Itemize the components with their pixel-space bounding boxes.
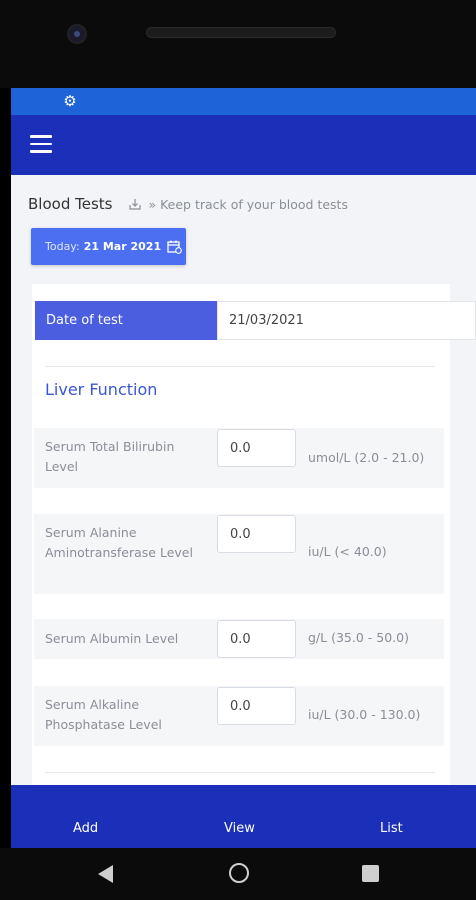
date-of-test-label: Date of test <box>35 301 217 340</box>
date-of-test-input[interactable] <box>217 301 476 340</box>
today-label: Today: <box>45 240 80 253</box>
front-camera <box>67 24 87 44</box>
test-label: Serum Alkaline Phosphatase Level <box>45 697 162 732</box>
phone-top-bezel <box>0 0 476 88</box>
test-label: Serum Alanine Aminotransferase Level <box>45 525 193 560</box>
alkaline-input[interactable] <box>217 687 296 725</box>
test-unit: g/L (35.0 - 50.0) <box>308 630 409 645</box>
page-title: Blood Tests <box>28 195 113 213</box>
hamburger-menu-icon[interactable] <box>30 135 52 153</box>
nav-add[interactable]: Add <box>73 821 98 836</box>
app-screen: ⚙ Blood Tests » Keep track of your blood… <box>11 88 476 848</box>
test-unit: iu/L (< 40.0) <box>308 544 387 559</box>
albumin-input[interactable] <box>217 620 296 658</box>
alanine-input[interactable] <box>217 515 296 553</box>
today-date-button[interactable]: Today: 21 Mar 2021 <box>31 228 186 265</box>
test-row-albumin: Serum Albumin Level g/L (35.0 - 50.0) <box>34 619 444 659</box>
today-value: 21 Mar 2021 <box>83 240 162 253</box>
test-row-alkaline: Serum Alkaline Phosphatase Level iu/L (3… <box>34 686 444 746</box>
bilirubin-input[interactable] <box>217 429 296 467</box>
test-row-alanine: Serum Alanine Aminotransferase Level iu/… <box>34 514 444 594</box>
gear-icon: ⚙ <box>63 92 77 110</box>
status-bar: ⚙ <box>11 88 476 115</box>
test-row-bilirubin: Serum Total Bilirubin Level umol/L (2.0 … <box>34 428 444 488</box>
system-nav-bar <box>0 848 476 900</box>
date-of-test-row: Date of test <box>35 301 476 340</box>
page-subtitle: » Keep track of your blood tests <box>148 196 348 212</box>
page-header: Blood Tests » Keep track of your blood t… <box>28 194 348 214</box>
divider <box>45 772 435 773</box>
recent-apps-icon[interactable] <box>362 865 379 882</box>
divider <box>45 366 435 367</box>
test-label: Serum Total Bilirubin Level <box>45 439 175 474</box>
nav-list[interactable]: List <box>380 821 403 836</box>
calendar-icon <box>167 240 182 254</box>
home-icon[interactable] <box>229 863 249 883</box>
download-icon <box>129 199 142 210</box>
app-bar <box>11 115 476 175</box>
bottom-nav: Add View List <box>11 785 476 848</box>
section-title-liver-function: Liver Function <box>45 380 158 399</box>
test-unit: umol/L (2.0 - 21.0) <box>308 450 425 465</box>
test-unit: iu/L (30.0 - 130.0) <box>308 707 421 722</box>
nav-view[interactable]: View <box>224 821 255 836</box>
test-label: Serum Albumin Level <box>45 631 179 646</box>
back-icon[interactable] <box>98 865 113 883</box>
earpiece-speaker <box>146 27 336 38</box>
